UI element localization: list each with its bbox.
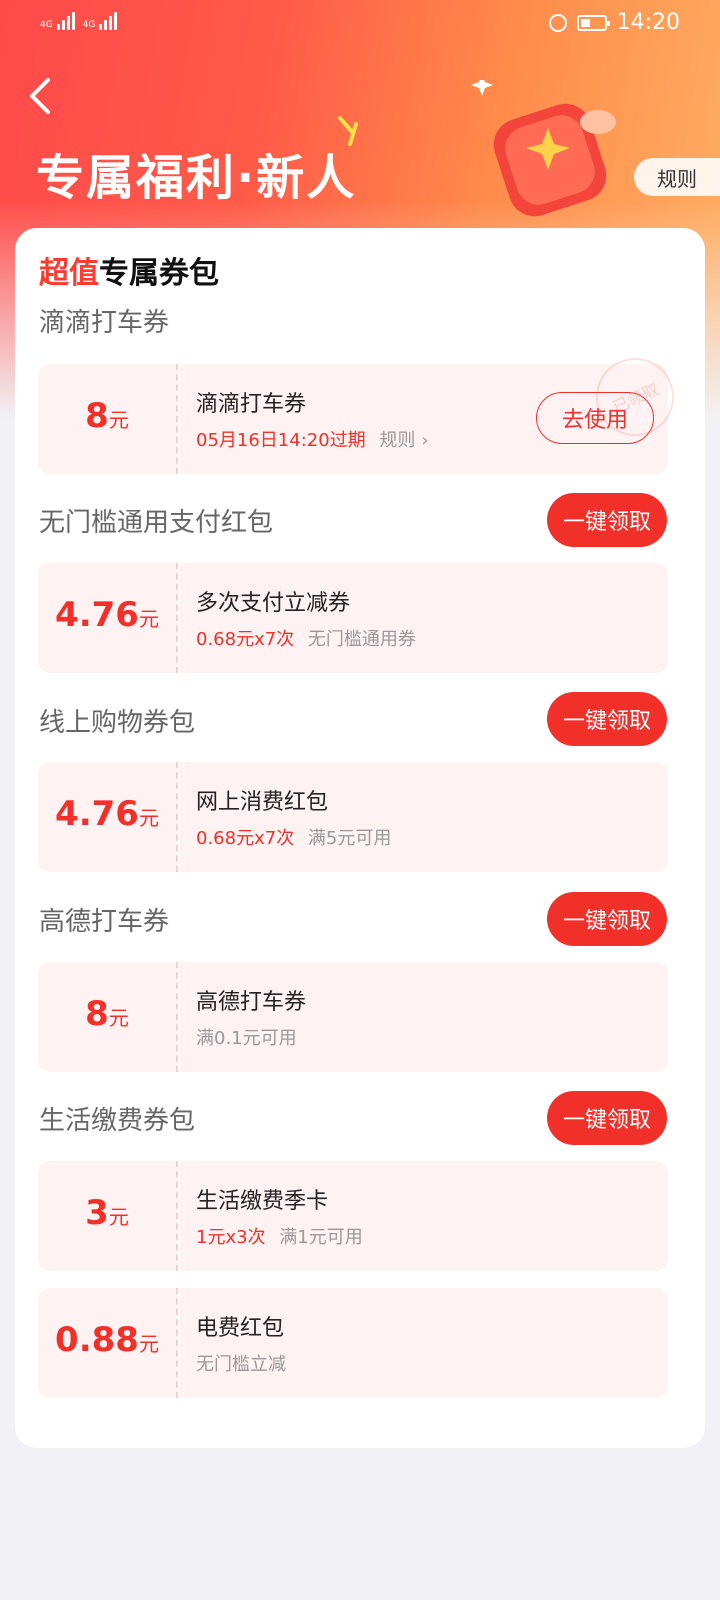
coupon-title: 网上消费红包 xyxy=(196,790,329,815)
coupon-value-detail: 0.68元x7次 xyxy=(196,828,295,849)
coupon-subtitle: 无门槛立减 xyxy=(196,1350,286,1376)
coupon-info: 电费红包 无门槛立减 xyxy=(180,1288,668,1398)
status-right: 14:20 xyxy=(548,10,680,35)
alarm-icon xyxy=(548,13,567,32)
signal-2-icon: 4G xyxy=(83,12,118,30)
coupon-condition: 满0.1元可用 xyxy=(196,1028,297,1049)
coupon-amount-box: 4.76元 xyxy=(38,563,178,673)
coupon-subtitle: 1元x3次 满1元可用 xyxy=(196,1223,363,1249)
coupon-expiry: 05月16日14:20过期 xyxy=(196,430,366,451)
claim-all-button-online-shopping[interactable]: 一键领取 xyxy=(547,692,667,746)
coupon-title: 高德打车券 xyxy=(196,990,307,1015)
coupon-amount: 4.76 xyxy=(55,794,139,834)
coupon-multi-pay: 4.76元 多次支付立减券 0.68元x7次 无门槛通用券 xyxy=(38,563,668,673)
coupon-amount-box: 0.88元 xyxy=(38,1288,178,1398)
coupon-info: 已领取 滴滴打车券 05月16日14:20过期 规则 › 去使用 xyxy=(180,345,687,474)
coupon-condition: 满5元可用 xyxy=(307,828,392,849)
coupon-amount-box: 4.76元 xyxy=(38,762,178,872)
rules-button[interactable]: 规则 xyxy=(634,158,720,196)
coupon-unit: 元 xyxy=(108,1205,129,1229)
network-type-2: 4G xyxy=(82,20,96,30)
section-label-didi: 滴滴打车券 xyxy=(39,308,170,338)
coupon-condition: 无门槛通用券 xyxy=(307,629,416,650)
chevron-left-icon xyxy=(30,78,50,114)
coupon-title: 生活缴费季卡 xyxy=(196,1189,329,1214)
coupon-subtitle: 05月16日14:20过期 规则 › xyxy=(196,426,429,452)
coupon-package-card: 超值专属券包 滴滴打车券 8元 已领取 滴滴打车券 05月16日14:20过期 … xyxy=(15,228,705,1448)
coupon-unit: 元 xyxy=(108,408,129,432)
coupon-online-consume: 4.76元 网上消费红包 0.68元x7次 满5元可用 xyxy=(38,762,668,872)
coupon-unit: 元 xyxy=(108,1006,129,1030)
sparkle-decoration-icon xyxy=(338,116,358,146)
coupon-didi: 8元 已领取 滴滴打车券 05月16日14:20过期 规则 › 去使用 xyxy=(38,345,687,474)
coupon-amount: 8 xyxy=(85,994,109,1034)
coupon-rules-link[interactable]: 规则 › xyxy=(379,430,428,451)
coupon-electricity: 0.88元 电费红包 无门槛立减 xyxy=(38,1288,668,1398)
coupon-amount: 0.88 xyxy=(55,1320,139,1360)
battery-icon xyxy=(576,14,610,31)
network-type-1: 4G xyxy=(40,20,53,30)
coupon-value-detail: 1元x3次 xyxy=(196,1227,266,1248)
claim-all-button-general-pay[interactable]: 一键领取 xyxy=(547,493,667,547)
coupon-info: 网上消费红包 0.68元x7次 满5元可用 xyxy=(180,762,668,872)
section-label-gaode: 高德打车券 xyxy=(39,907,170,937)
coupon-info: 多次支付立减券 0.68元x7次 无门槛通用券 xyxy=(180,563,668,673)
coupon-title: 电费红包 xyxy=(196,1316,285,1341)
claim-all-button-utility[interactable]: 一键领取 xyxy=(547,1091,667,1145)
coupon-amount: 8 xyxy=(85,396,109,436)
coupon-value-detail: 0.68元x7次 xyxy=(196,629,295,650)
clock: 14:20 xyxy=(616,10,680,35)
coupon-info: 生活缴费季卡 1元x3次 满1元可用 xyxy=(180,1161,668,1271)
coupon-subtitle: 满0.1元可用 xyxy=(196,1024,297,1050)
section-label-online-shopping: 线上购物券包 xyxy=(39,708,196,738)
coupon-amount-box: 8元 xyxy=(38,962,178,1072)
signal-indicators: 4G 4G xyxy=(40,12,118,30)
coupon-amount-box: 8元 xyxy=(38,364,178,474)
section-label-utility: 生活缴费券包 xyxy=(39,1106,196,1136)
coupon-utility-season: 3元 生活缴费季卡 1元x3次 满1元可用 xyxy=(38,1161,668,1271)
coupon-condition: 满1元可用 xyxy=(279,1227,363,1248)
use-coupon-button[interactable]: 去使用 xyxy=(536,392,654,444)
coupon-amount: 3 xyxy=(85,1193,109,1233)
coupon-condition: 无门槛立减 xyxy=(196,1354,286,1375)
coupon-title: 滴滴打车券 xyxy=(196,392,307,417)
card-title-highlight: 超值 xyxy=(39,256,99,291)
page-title: 专属福利·新人 xyxy=(36,150,357,206)
coupon-info: 高德打车券 满0.1元可用 xyxy=(180,962,668,1072)
status-bar: 4G 4G 14:20 xyxy=(0,0,720,50)
claim-all-button-gaode[interactable]: 一键领取 xyxy=(547,892,667,946)
red-envelope-decoration-icon xyxy=(471,80,616,217)
coupon-gaode: 8元 高德打车券 满0.1元可用 xyxy=(38,962,668,1072)
coupon-unit: 元 xyxy=(138,1332,159,1356)
coupon-subtitle: 0.68元x7次 无门槛通用券 xyxy=(196,625,416,651)
coupon-amount: 4.76 xyxy=(55,595,139,635)
card-title-rest: 专属券包 xyxy=(99,256,219,291)
coupon-title: 多次支付立减券 xyxy=(196,591,351,616)
coupon-unit: 元 xyxy=(138,806,159,830)
coupon-subtitle: 0.68元x7次 满5元可用 xyxy=(196,824,391,850)
coupon-unit: 元 xyxy=(138,607,159,631)
signal-1-icon: 4G xyxy=(40,12,75,30)
section-label-general-pay: 无门槛通用支付红包 xyxy=(39,508,274,538)
back-button[interactable] xyxy=(22,74,66,118)
chevron-right-icon: › xyxy=(421,430,429,451)
card-title: 超值专属券包 xyxy=(39,248,219,292)
coupon-amount-box: 3元 xyxy=(38,1161,178,1271)
